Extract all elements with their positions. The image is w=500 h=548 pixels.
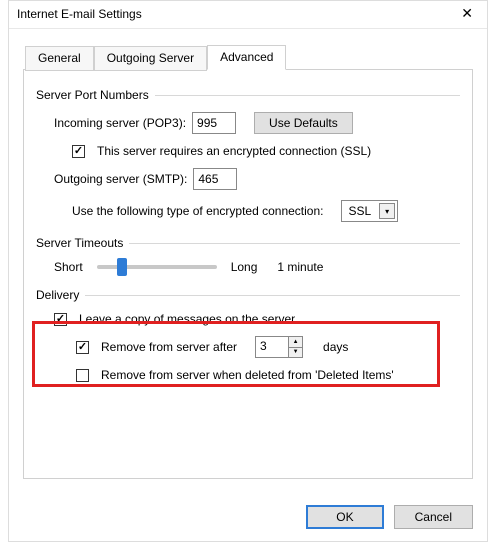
remove-deleted-checkbox[interactable] — [76, 369, 89, 382]
timeout-long-label: Long — [231, 260, 258, 274]
outgoing-server-row: Outgoing server (SMTP): — [54, 168, 460, 190]
encryption-type-select[interactable]: SSL ▾ — [341, 200, 398, 222]
remove-after-label: Remove from server after — [101, 340, 237, 354]
spinner-down-icon[interactable]: ▼ — [289, 348, 302, 358]
tab-strip: General Outgoing Server Advanced — [23, 45, 473, 70]
leave-copy-checkbox[interactable] — [54, 313, 67, 326]
timeout-slider[interactable] — [97, 265, 217, 269]
tabpage-advanced: Server Port Numbers Incoming server (POP… — [23, 69, 473, 479]
group-label: Server Port Numbers — [36, 88, 149, 102]
group-label: Delivery — [36, 288, 79, 302]
ok-button[interactable]: OK — [306, 505, 383, 529]
timeout-slider-row: Short Long 1 minute — [54, 260, 460, 274]
encryption-type-label: Use the following type of encrypted conn… — [72, 204, 323, 218]
group-server-port-numbers: Server Port Numbers — [36, 88, 460, 102]
slider-thumb[interactable] — [117, 258, 127, 276]
client-area: General Outgoing Server Advanced Server … — [9, 29, 487, 479]
dialog-buttons: OK Cancel — [306, 505, 473, 529]
tab-general[interactable]: General — [25, 46, 94, 71]
group-delivery: Delivery — [36, 288, 460, 302]
encryption-type-value: SSL — [348, 204, 371, 218]
days-label: days — [323, 340, 348, 354]
timeout-value: 1 minute — [277, 260, 323, 274]
tab-advanced[interactable]: Advanced — [207, 45, 286, 70]
outgoing-port-input[interactable] — [193, 168, 237, 190]
remove-after-row: Remove from server after 3 ▲ ▼ days — [54, 336, 460, 358]
incoming-server-label: Incoming server (POP3): — [54, 116, 186, 130]
email-settings-dialog: Internet E-mail Settings ✕ General Outgo… — [8, 0, 488, 542]
close-icon[interactable]: ✕ — [455, 5, 479, 22]
use-defaults-button[interactable]: Use Defaults — [254, 112, 353, 134]
timeout-short-label: Short — [54, 260, 83, 274]
leave-copy-label: Leave a copy of messages on the server — [79, 312, 295, 326]
titlebar: Internet E-mail Settings ✕ — [9, 1, 487, 29]
ssl-checkbox-row: This server requires an encrypted connec… — [54, 144, 460, 158]
window-title: Internet E-mail Settings — [17, 7, 142, 21]
incoming-ssl-checkbox[interactable] — [72, 145, 85, 158]
remove-deleted-label: Remove from server when deleted from 'De… — [101, 368, 394, 382]
encryption-type-row: Use the following type of encrypted conn… — [54, 200, 460, 222]
outgoing-server-label: Outgoing server (SMTP): — [54, 172, 187, 186]
remove-deleted-row: Remove from server when deleted from 'De… — [54, 368, 460, 382]
chevron-down-icon: ▾ — [379, 203, 395, 219]
incoming-port-input[interactable] — [192, 112, 236, 134]
cancel-button[interactable]: Cancel — [394, 505, 473, 529]
remove-after-checkbox[interactable] — [76, 341, 89, 354]
group-label: Server Timeouts — [36, 236, 123, 250]
spinner-up-icon[interactable]: ▲ — [289, 337, 302, 348]
remove-after-days-value: 3 — [256, 337, 288, 357]
leave-copy-row: Leave a copy of messages on the server — [54, 312, 460, 326]
tab-outgoing-server[interactable]: Outgoing Server — [94, 46, 207, 71]
incoming-ssl-label: This server requires an encrypted connec… — [97, 144, 371, 158]
group-server-timeouts: Server Timeouts — [36, 236, 460, 250]
incoming-server-row: Incoming server (POP3): Use Defaults — [54, 112, 460, 134]
remove-after-days-input[interactable]: 3 ▲ ▼ — [255, 336, 303, 358]
